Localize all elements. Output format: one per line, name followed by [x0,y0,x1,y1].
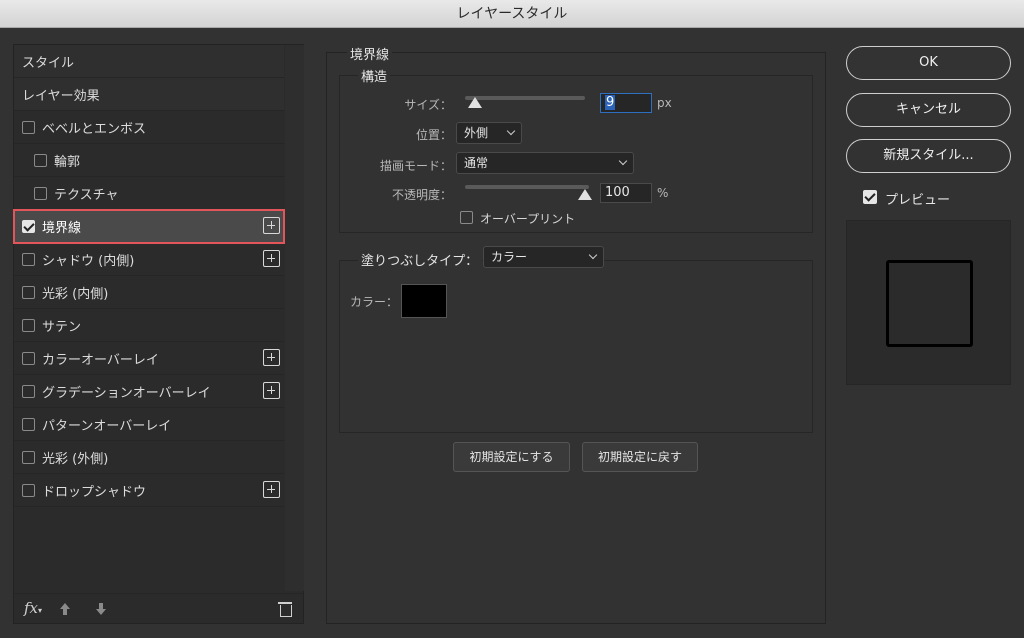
opacity-slider[interactable] [465,185,589,189]
style-list-item[interactable]: レイヤー効果 [14,78,284,111]
preview-label: プレビュー [885,193,951,208]
move-up-icon[interactable] [60,603,70,615]
add-effect-icon[interactable] [263,349,280,366]
style-list-item-label: スタイル [22,55,75,71]
new-style-button[interactable]: 新規スタイル... [846,139,1011,173]
style-list-item-label: パターンオーバーレイ [42,418,172,434]
style-list-toolbar: fx▾ [14,593,303,624]
size-unit: px [657,96,672,110]
style-list-item-label: サテン [42,319,82,335]
move-down-icon[interactable] [96,603,106,615]
add-effect-icon[interactable] [263,250,280,267]
style-list-item[interactable]: 境界線 [13,209,285,244]
style-list-item[interactable]: ベベルとエンボス [14,111,284,144]
opacity-unit: % [657,186,669,200]
style-list-item[interactable]: ドロップシャドウ [14,474,284,507]
size-label: サイズ： [404,98,452,112]
chevron-down-icon [618,156,628,166]
style-checkbox[interactable] [22,318,35,332]
blend-mode-label: 描画モード： [379,159,452,173]
style-list-item[interactable]: パターンオーバーレイ [14,408,284,441]
style-checkbox[interactable] [22,483,35,497]
style-list-item-label: 境界線 [42,220,82,236]
style-list-item[interactable]: グラデーションオーバーレイ [14,375,284,408]
blend-mode-select[interactable]: 通常 [456,152,634,174]
add-effect-icon[interactable] [263,382,280,399]
overprint-checkbox[interactable] [460,211,473,224]
preview-thumbnail [846,220,1011,385]
add-effect-icon[interactable] [263,481,280,498]
overprint-label: オーバープリント [480,212,576,226]
position-select[interactable]: 外側 [456,122,522,144]
size-slider-thumb[interactable] [468,97,482,108]
style-checkbox[interactable] [22,252,35,266]
style-list-scrollbar[interactable] [285,45,304,591]
style-list-panel: スタイルレイヤー効果ベベルとエンボス輪郭テクスチャ境界線シャドウ (内側) 光彩 … [13,44,304,624]
preview-stroke-square [886,260,973,347]
style-list-item-label: 輪郭 [54,154,81,170]
fx-icon[interactable]: fx▾ [24,599,42,617]
style-checkbox[interactable] [22,219,35,233]
position-label: 位置： [415,128,452,142]
chevron-down-icon [588,250,598,260]
structure-title: 構造 [358,66,391,85]
style-list-item-label: レイヤー効果 [22,88,100,104]
style-list-item-label: 光彩 (外側) [42,451,109,467]
style-list-item[interactable]: 光彩 (内側) [14,276,284,309]
chevron-down-icon [506,126,516,136]
style-checkbox[interactable] [34,153,47,167]
style-checkbox[interactable] [22,120,35,134]
add-effect-icon[interactable] [263,217,280,234]
style-list-item-label: ベベルとエンボス [42,121,147,137]
opacity-slider-thumb[interactable] [578,189,592,200]
style-checkbox[interactable] [22,450,35,464]
style-list-item-label: ドロップシャドウ [42,484,147,500]
reset-default-button[interactable]: 初期設定に戻す [582,442,698,472]
style-list-item-label: カラーオーバーレイ [42,352,159,368]
style-list-item-label: 光彩 (内側) [42,286,109,302]
style-list-item[interactable]: スタイル [14,45,284,78]
style-checkbox[interactable] [22,384,35,398]
opacity-input[interactable]: 100 [600,183,652,203]
opacity-label: 不透明度： [391,188,452,202]
style-list-item[interactable]: テクスチャ [14,177,284,210]
section-title: 境界線 [347,44,393,63]
style-list-item[interactable]: 輪郭 [14,144,284,177]
cancel-button[interactable]: キャンセル [846,93,1011,127]
style-list-item[interactable]: 光彩 (外側) [14,441,284,474]
make-default-button[interactable]: 初期設定にする [453,442,570,472]
style-list-item[interactable]: カラーオーバーレイ [14,342,284,375]
color-swatch[interactable] [401,284,447,318]
fill-type-label: 塗りつぶしタイプ： [358,250,483,269]
size-input[interactable]: 9 [600,93,652,113]
style-list-item[interactable]: シャドウ (内側) [14,243,284,276]
fill-type-select[interactable]: カラー [483,246,604,268]
trash-icon[interactable] [278,602,292,617]
style-checkbox[interactable] [22,285,35,299]
style-checkbox[interactable] [22,417,35,431]
preview-checkbox[interactable] [863,190,877,204]
style-checkbox[interactable] [22,351,35,365]
style-list-item-label: シャドウ (内側) [42,253,135,269]
style-checkbox[interactable] [34,186,47,200]
style-list-item-label: グラデーションオーバーレイ [42,385,211,401]
style-list-item[interactable]: サテン [14,309,284,342]
color-label: カラー： [350,295,399,309]
window-title: レイヤースタイル [0,0,1024,28]
ok-button[interactable]: OK [846,46,1011,80]
style-list-item-label: テクスチャ [54,187,119,203]
size-slider[interactable] [465,96,585,100]
